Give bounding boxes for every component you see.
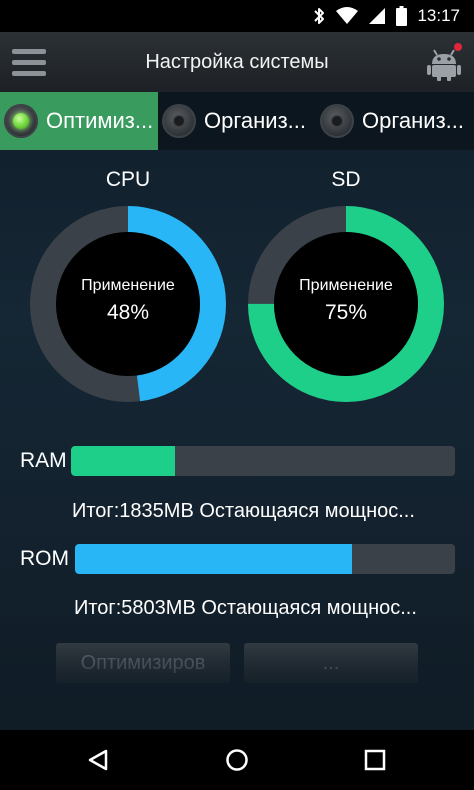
radio-icon-active [4, 104, 38, 138]
status-time: 13:17 [417, 6, 460, 25]
app-screen: 13:17 Настройка системы Оптимиз... Орган… [0, 0, 474, 790]
home-circle-icon[interactable] [207, 740, 267, 780]
navigation-bar [0, 730, 474, 790]
ram-label: RAM [20, 449, 67, 472]
cpu-title: CPU [105, 168, 151, 191]
bluetooth-icon [312, 6, 326, 26]
rom-info: Итог:5803MB Остающаяся мощнос... [74, 597, 417, 619]
tab-organize-1[interactable]: Организ... [158, 92, 316, 150]
tab-organize-2[interactable]: Организ... [316, 92, 474, 150]
radio-icon [162, 104, 196, 138]
rom-bar-fill [75, 544, 353, 574]
tab-label: Организ... [362, 108, 464, 133]
cpu-caption: Применение [81, 277, 175, 294]
hamburger-menu-icon[interactable] [12, 45, 46, 79]
sd-title: SD [331, 168, 361, 191]
app-bar: Настройка системы [0, 32, 474, 92]
cpu-gauge: Применение 48% [28, 204, 228, 404]
optimize-button[interactable]: Оптимизиров [56, 643, 230, 683]
cpu-value: 48% [106, 301, 150, 324]
sd-value: 75% [324, 301, 368, 324]
back-triangle-icon[interactable] [68, 740, 128, 780]
android-robot-icon[interactable] [424, 42, 464, 82]
sd-caption: Применение [299, 277, 393, 294]
ram-bar [71, 446, 455, 476]
rom-label: ROM [20, 547, 69, 570]
more-button[interactable]: ... [244, 643, 418, 683]
tab-bar: Оптимиз... Организ... Организ... [0, 92, 474, 150]
battery-icon [396, 6, 408, 26]
tab-label: Оптимиз... [46, 108, 154, 133]
app-title: Настройка системы [145, 51, 329, 73]
tab-optimize[interactable]: Оптимиз... [0, 92, 158, 150]
status-bar: 13:17 [0, 0, 474, 32]
signal-icon [368, 7, 386, 25]
recents-square-icon[interactable] [345, 740, 405, 780]
tab-label: Организ... [204, 108, 306, 133]
ram-info: Итог:1835MB Остающаяся мощнос... [72, 500, 415, 522]
wifi-icon [336, 7, 359, 25]
sd-gauge: Применение 75% [246, 204, 446, 404]
rom-bar [75, 544, 455, 574]
status-icons: 13:17 [312, 0, 460, 32]
ram-bar-fill [71, 446, 175, 476]
radio-icon [320, 104, 354, 138]
